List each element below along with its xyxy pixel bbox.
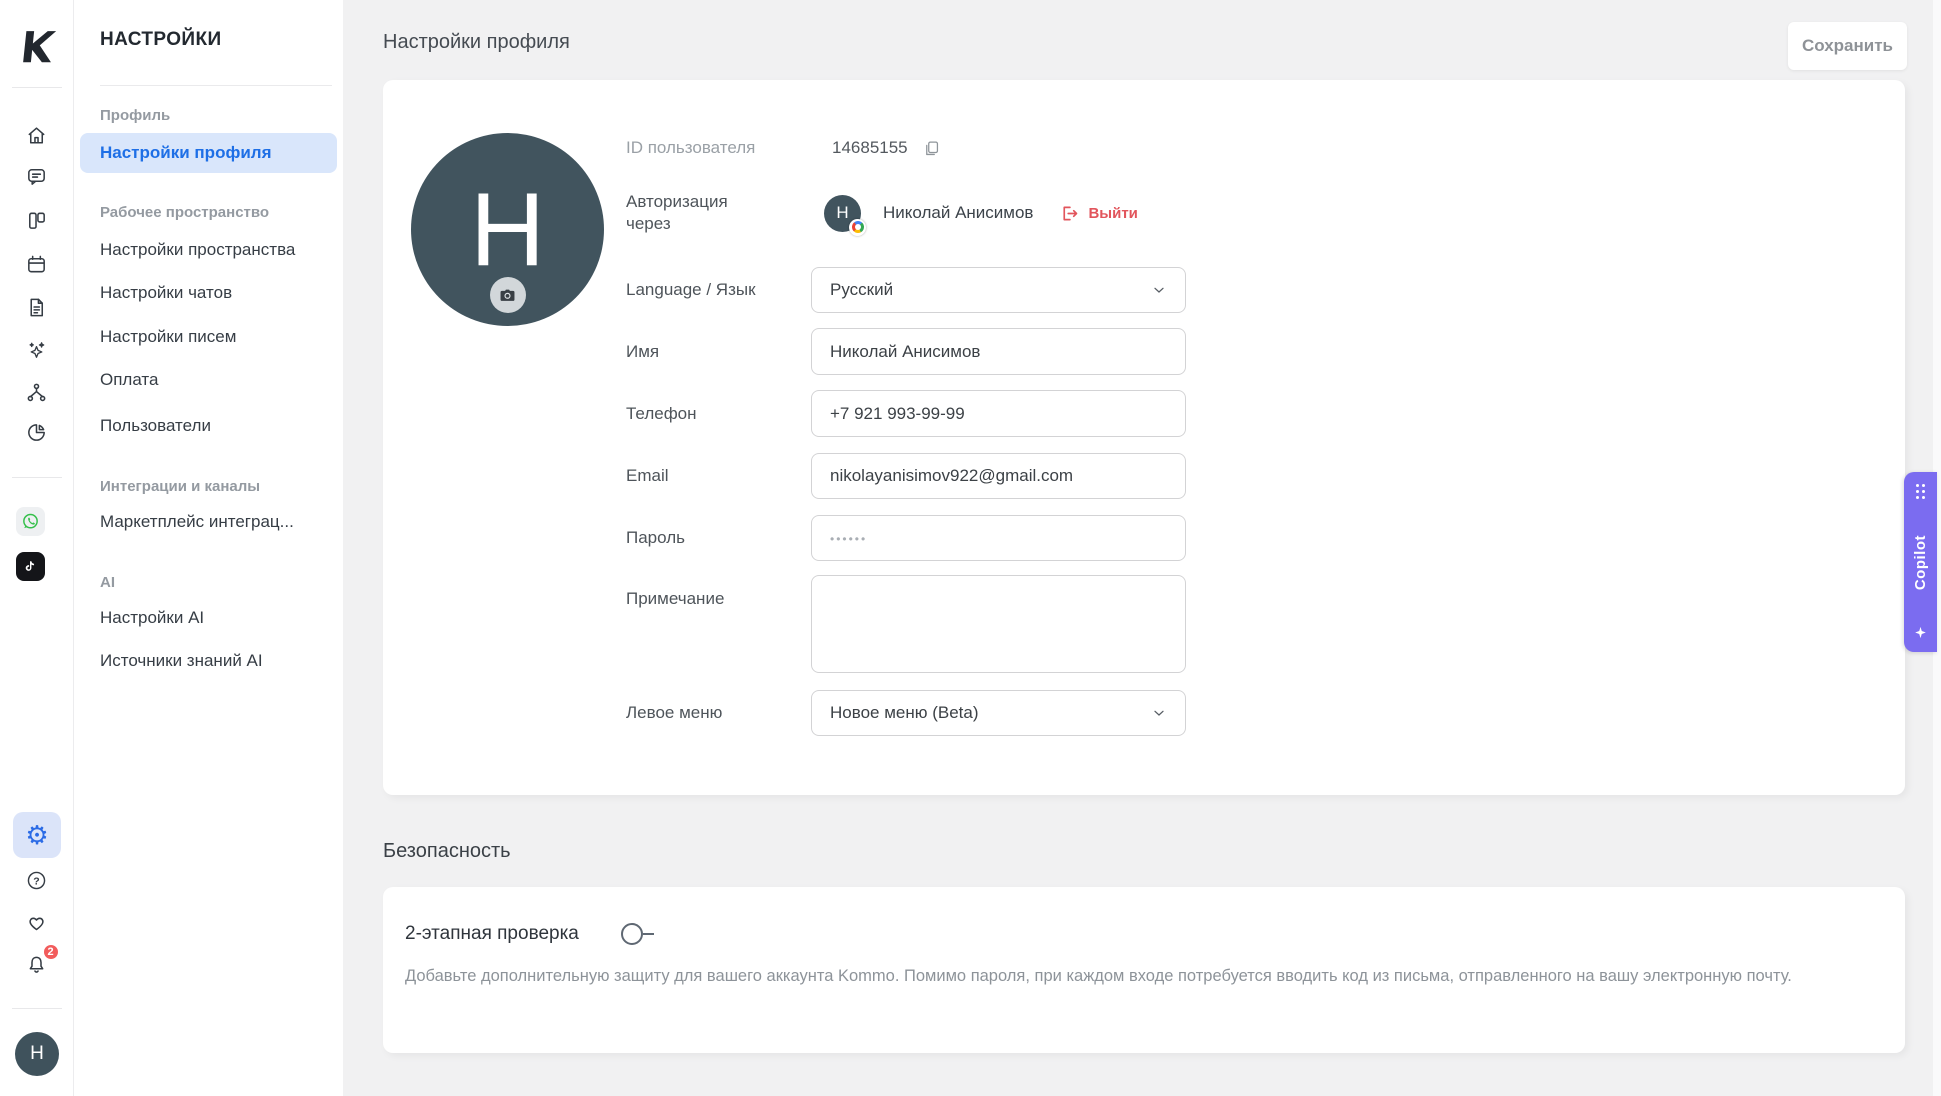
user-id-row: ID пользователя 14685155	[626, 132, 941, 164]
favorites-heart-icon[interactable]	[24, 909, 50, 935]
password-field[interactable]	[811, 515, 1186, 561]
email-field[interactable]	[811, 453, 1186, 499]
help-icon[interactable]: ?	[24, 867, 50, 893]
sidebar-item-marketplace[interactable]: Маркетплейс интеграц...	[100, 510, 294, 534]
user-id-value: 14685155	[832, 138, 908, 157]
logout-icon	[1063, 206, 1078, 220]
security-heading: Безопасность	[383, 840, 511, 862]
logout-button[interactable]: Выйти	[1059, 203, 1138, 224]
phone-input[interactable]	[811, 390, 1186, 437]
svg-text:?: ?	[33, 875, 39, 887]
sidebar-item-workspace-settings[interactable]: Настройки пространства	[100, 238, 295, 262]
kommo-logo-icon[interactable]	[14, 26, 58, 66]
icon-rail: ⚙ ? 2 H	[0, 0, 74, 1096]
sidebar-item-profile-settings[interactable]: Настройки профиля	[80, 133, 337, 173]
sidebar-title: НАСТРОЙКИ	[100, 29, 222, 50]
rail-divider	[12, 1008, 62, 1009]
field-row-language: Language / Язык Русский	[626, 267, 1186, 313]
sidebar-item-users[interactable]: Пользователи	[100, 414, 211, 438]
notifications-bell-icon[interactable]: 2	[24, 943, 60, 977]
sidebar-item-ai-knowledge[interactable]: Источники знаний AI	[100, 649, 263, 673]
email-label: Email	[626, 466, 669, 485]
profile-avatar[interactable]: H	[411, 133, 604, 326]
tiktok-icon[interactable]	[16, 552, 45, 581]
auth-row: Авторизация через H Николай Анисимов Вый…	[626, 188, 1138, 238]
page-title: Настройки профиля	[383, 31, 570, 53]
language-label: Language / Язык	[626, 280, 756, 299]
settings-gear-icon[interactable]: ⚙	[13, 812, 61, 858]
rail-divider	[12, 477, 62, 478]
sidebar-item-billing[interactable]: Оплата	[100, 368, 158, 392]
section-profile: Профиль	[100, 107, 171, 124]
phone-label: Телефон	[626, 403, 697, 423]
save-button[interactable]: Сохранить	[1788, 22, 1907, 70]
calendar-icon[interactable]	[24, 251, 50, 277]
chevron-down-icon	[1154, 287, 1164, 293]
name-label: Имя	[626, 341, 660, 361]
sidebar-item-chat-settings[interactable]: Настройки чатов	[100, 281, 232, 305]
two-step-title: 2-этапная проверка	[405, 923, 579, 944]
field-row-password: Пароль	[626, 515, 1186, 561]
field-row-left-menu: Левое меню Новое меню (Beta)	[626, 690, 1186, 736]
left-menu-label: Левое меню	[626, 703, 723, 722]
copilot-tab[interactable]: Copilot	[1904, 472, 1937, 652]
ai-sparkles-icon[interactable]	[24, 337, 50, 363]
note-label: Примечание	[626, 589, 725, 608]
copy-icon[interactable]	[922, 139, 941, 158]
sidebar-item-ai-settings[interactable]: Настройки AI	[100, 606, 204, 630]
field-row-name: Имя	[626, 328, 1186, 375]
chevron-down-icon	[1154, 710, 1164, 716]
user-avatar-small[interactable]: H	[15, 1032, 59, 1076]
note-textarea[interactable]	[811, 575, 1186, 673]
section-workspace: Рабочее пространство	[100, 204, 270, 221]
password-label: Пароль	[626, 528, 685, 547]
main-content: Настройки профиля Сохранить H ID пользов…	[343, 0, 1941, 1096]
auth-label: Авторизация через	[626, 192, 728, 233]
stats-pie-icon[interactable]	[24, 419, 50, 445]
left-menu-select[interactable]: Новое меню (Beta)	[811, 690, 1186, 736]
profile-card: H ID пользователя 14685155 Авторизация ч…	[383, 80, 1905, 795]
camera-icon[interactable]	[489, 277, 526, 313]
field-row-note: Примечание	[626, 575, 1186, 673]
pipeline-icon[interactable]	[24, 207, 50, 233]
security-card: 2-этапная проверка Добавьте дополнительн…	[383, 887, 1905, 1053]
two-step-description: Добавьте дополнительную защиту для вашег…	[405, 967, 1792, 985]
settings-sidebar: НАСТРОЙКИ Профиль Настройки профиля Рабо…	[74, 0, 343, 1096]
automation-icon[interactable]	[24, 379, 50, 405]
copilot-label: Copilot	[1912, 534, 1929, 591]
drag-dots-icon	[1915, 484, 1926, 500]
home-icon[interactable]	[24, 122, 50, 148]
language-select[interactable]: Русский	[811, 267, 1186, 313]
auth-account-avatar: H	[824, 194, 866, 236]
name-input[interactable]	[811, 328, 1186, 375]
documents-icon[interactable]	[24, 294, 50, 320]
rail-divider	[12, 87, 62, 88]
auth-account-name: Николай Анисимов	[883, 203, 1034, 222]
notifications-badge: 2	[41, 943, 60, 961]
two-step-toggle[interactable]	[620, 923, 654, 945]
sidebar-item-email-settings[interactable]: Настройки писем	[100, 325, 236, 349]
whatsapp-icon[interactable]	[16, 507, 45, 536]
section-ai: AI	[100, 574, 115, 591]
google-icon	[849, 218, 866, 236]
sidebar-divider	[100, 85, 332, 86]
chats-icon[interactable]	[24, 163, 50, 189]
copilot-sparkle-icon	[1915, 626, 1926, 639]
field-row-phone: Телефон	[626, 390, 1186, 437]
field-row-email: Email	[626, 453, 1186, 499]
section-integrations: Интеграции и каналы	[100, 478, 261, 495]
user-id-label: ID пользователя	[626, 138, 756, 157]
